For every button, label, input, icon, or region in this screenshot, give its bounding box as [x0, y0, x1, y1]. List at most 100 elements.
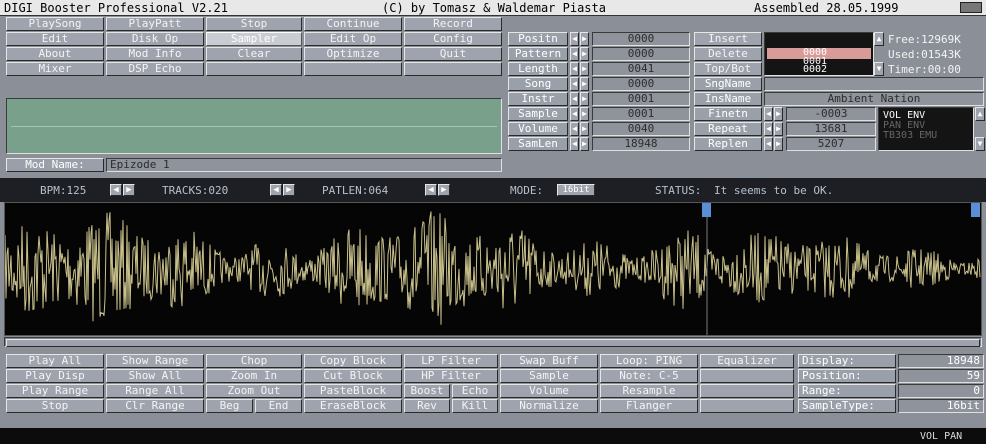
- replen-up-icon[interactable]: ▶: [774, 137, 783, 151]
- stop-button[interactable]: Stop: [206, 17, 302, 31]
- config-button[interactable]: Config: [404, 32, 502, 46]
- paste-block-button[interactable]: PasteBlock: [304, 384, 402, 398]
- loop-end-marker[interactable]: [971, 203, 980, 217]
- position-down-icon[interactable]: ◀: [570, 32, 579, 46]
- empty-sampler-button-3[interactable]: [700, 399, 794, 413]
- mod-info-button[interactable]: Mod Info: [106, 47, 204, 61]
- volume-value[interactable]: 0040: [592, 122, 690, 136]
- sample-down-icon[interactable]: ◀: [570, 107, 579, 121]
- empty-button-2[interactable]: [304, 62, 402, 76]
- sampler-button[interactable]: Sampler: [206, 32, 302, 46]
- window-gadget-icon[interactable]: [960, 2, 982, 13]
- play-range-button[interactable]: Play Range: [6, 384, 104, 398]
- empty-sampler-button-2[interactable]: [700, 384, 794, 398]
- play-song-button[interactable]: PlaySong: [6, 17, 104, 31]
- insert-button[interactable]: Insert: [694, 32, 762, 46]
- show-all-button[interactable]: Show All: [106, 369, 204, 383]
- sample-value[interactable]: 0001: [592, 107, 690, 121]
- chop-button[interactable]: Chop: [206, 354, 302, 368]
- optimize-button[interactable]: Optimize: [304, 47, 402, 61]
- sample-button[interactable]: Sample: [500, 369, 598, 383]
- list-scroll-down-icon[interactable]: ▼: [874, 62, 884, 76]
- equalizer-button[interactable]: Equalizer: [700, 354, 794, 368]
- cut-block-button[interactable]: Cut Block: [304, 369, 402, 383]
- pattern-value[interactable]: 0000: [592, 47, 690, 61]
- zoom-out-button[interactable]: Zoom Out: [206, 384, 302, 398]
- waveform-display[interactable]: [4, 202, 982, 336]
- swap-buffer-button[interactable]: Swap Buff: [500, 354, 598, 368]
- tracks-up-icon[interactable]: ▶: [283, 184, 295, 196]
- length-up-icon[interactable]: ▶: [580, 62, 589, 76]
- boost-button[interactable]: Boost: [404, 384, 450, 398]
- pattern-down-icon[interactable]: ◀: [570, 47, 579, 61]
- instr-up-icon[interactable]: ▶: [580, 92, 589, 106]
- samlen-down-icon[interactable]: ◀: [570, 137, 579, 151]
- volume-button[interactable]: Volume: [500, 384, 598, 398]
- song-value[interactable]: 0000: [592, 77, 690, 91]
- copy-block-button[interactable]: Copy Block: [304, 354, 402, 368]
- mixer-button[interactable]: Mixer: [6, 62, 104, 76]
- flanger-button[interactable]: Flanger: [600, 399, 698, 413]
- waveform-scrollbar[interactable]: [4, 337, 982, 347]
- loop-mode-button[interactable]: Loop: PING: [600, 354, 698, 368]
- pattern-up-icon[interactable]: ▶: [580, 47, 589, 61]
- empty-button-3[interactable]: [404, 62, 502, 76]
- note-button[interactable]: Note: C-5: [600, 369, 698, 383]
- empty-sampler-button-1[interactable]: [700, 369, 794, 383]
- position-up-icon[interactable]: ▶: [580, 32, 589, 46]
- range-all-button[interactable]: Range All: [106, 384, 204, 398]
- disk-op-button[interactable]: Disk Op: [106, 32, 204, 46]
- volume-down-icon[interactable]: ◀: [570, 122, 579, 136]
- length-value[interactable]: 0041: [592, 62, 690, 76]
- finetune-down-icon[interactable]: ◀: [764, 107, 773, 121]
- finetune-up-icon[interactable]: ▶: [774, 107, 783, 121]
- resample-button[interactable]: Resample: [600, 384, 698, 398]
- repeat-down-icon[interactable]: ◀: [764, 122, 773, 136]
- record-button[interactable]: Record: [404, 17, 502, 31]
- lp-filter-button[interactable]: LP Filter: [404, 354, 498, 368]
- song-name-input[interactable]: [764, 77, 984, 91]
- about-button[interactable]: About: [6, 47, 104, 61]
- edit-op-button[interactable]: Edit Op: [304, 32, 402, 46]
- instrument-name-input[interactable]: Ambient Nation: [764, 92, 984, 106]
- mod-name-input[interactable]: Epizode 1: [106, 158, 502, 172]
- length-down-icon[interactable]: ◀: [570, 62, 579, 76]
- repeat-up-icon[interactable]: ▶: [774, 122, 783, 136]
- envelope-item[interactable]: TB303 EMU: [883, 130, 937, 141]
- patlen-up-icon[interactable]: ▶: [438, 184, 450, 196]
- replen-down-icon[interactable]: ◀: [764, 137, 773, 151]
- sample-up-icon[interactable]: ▶: [580, 107, 589, 121]
- show-range-button[interactable]: Show Range: [106, 354, 204, 368]
- list-scroll-up-icon[interactable]: ▲: [874, 32, 884, 46]
- envelope-scroll-down-icon[interactable]: ▼: [975, 137, 985, 151]
- clear-range-button[interactable]: Clr Range: [106, 399, 204, 413]
- replen-value[interactable]: 5207: [786, 137, 876, 151]
- mode-toggle[interactable]: 16bit: [557, 184, 595, 196]
- waveform-scroll-thumb[interactable]: [6, 339, 980, 347]
- position-value[interactable]: 0000: [592, 32, 690, 46]
- finetune-value[interactable]: -0003: [786, 107, 876, 121]
- list-item[interactable]: 0002: [803, 64, 827, 75]
- envelope-scroll-up-icon[interactable]: ▲: [975, 107, 985, 121]
- repeat-value[interactable]: 13681: [786, 122, 876, 136]
- kill-button[interactable]: Kill: [452, 399, 498, 413]
- normalize-button[interactable]: Normalize: [500, 399, 598, 413]
- samlen-value[interactable]: 18948: [592, 137, 690, 151]
- loop-start-marker[interactable]: [702, 203, 711, 217]
- song-up-icon[interactable]: ▶: [580, 77, 589, 91]
- empty-button-1[interactable]: [206, 62, 302, 76]
- play-all-button[interactable]: Play All: [6, 354, 104, 368]
- beginning-button[interactable]: Beg: [206, 399, 253, 413]
- echo-button[interactable]: Echo: [452, 384, 498, 398]
- continue-button[interactable]: Continue: [304, 17, 402, 31]
- end-button[interactable]: End: [255, 399, 302, 413]
- hp-filter-button[interactable]: HP Filter: [404, 369, 498, 383]
- waveform-graph[interactable]: [5, 203, 981, 335]
- volume-up-icon[interactable]: ▶: [580, 122, 589, 136]
- clear-button[interactable]: Clear: [206, 47, 302, 61]
- dsp-echo-button[interactable]: DSP Echo: [106, 62, 204, 76]
- quit-button[interactable]: Quit: [404, 47, 502, 61]
- tracks-down-icon[interactable]: ◀: [270, 184, 282, 196]
- play-pattern-button[interactable]: PlayPatt: [106, 17, 204, 31]
- bpm-up-icon[interactable]: ▶: [123, 184, 135, 196]
